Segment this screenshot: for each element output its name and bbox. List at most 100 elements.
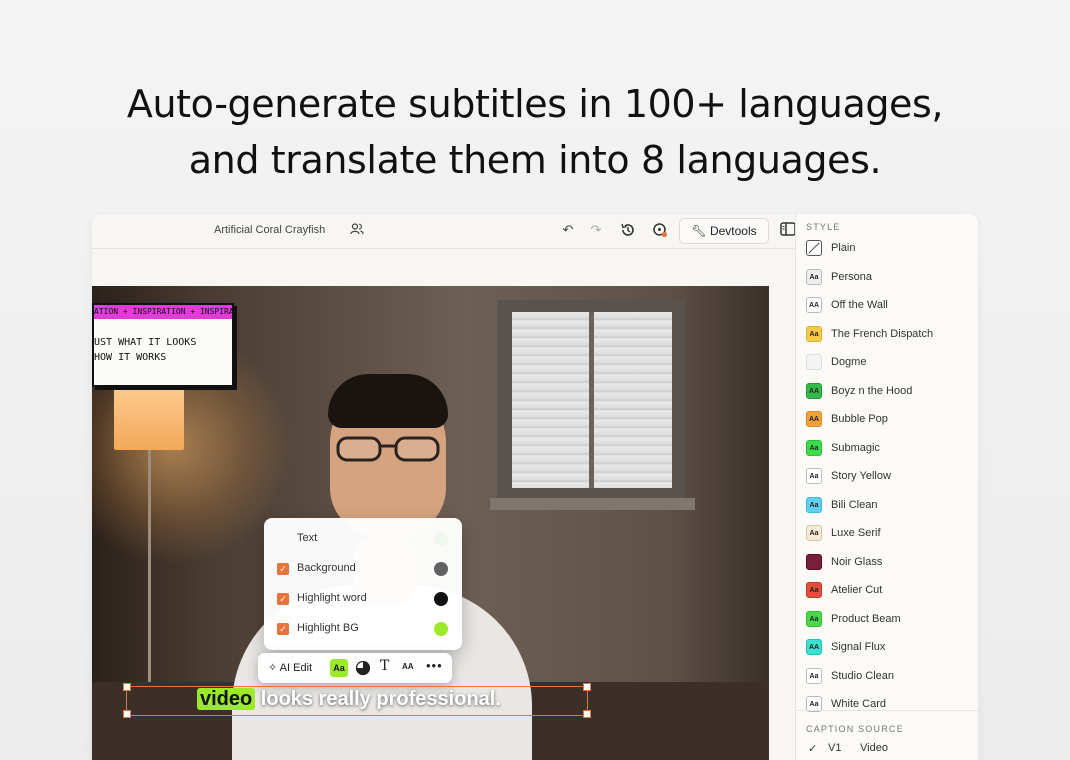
color-option-highlight-word[interactable]: ✓ Highlight word bbox=[264, 584, 462, 614]
checkmark-icon: ✓ bbox=[808, 743, 818, 755]
color-swatch[interactable] bbox=[434, 622, 448, 636]
style-swatch-icon: Aa bbox=[806, 325, 822, 342]
color-option-label: Highlight BG bbox=[297, 622, 359, 634]
color-option-highlight-bg[interactable]: ✓ Highlight BG bbox=[264, 614, 462, 644]
style-option-submagic[interactable]: Aa Submagic bbox=[806, 436, 976, 460]
style-option-product-beam[interactable]: Aa Product Beam bbox=[806, 607, 976, 631]
style-swatch-icon: Aa bbox=[806, 525, 822, 541]
style-option-label: The French Dispatch bbox=[831, 327, 934, 340]
style-option-bili-clean[interactable]: Aa Bili Clean bbox=[806, 493, 976, 517]
color-option-label: Background bbox=[297, 562, 356, 574]
subtitle-text[interactable]: video looks really professional. bbox=[197, 688, 501, 711]
uppercase-button[interactable]: AA bbox=[402, 662, 414, 671]
ai-edit-button[interactable]: ✧ AI Edit bbox=[268, 661, 312, 674]
style-option-label: Studio Clean bbox=[831, 669, 894, 682]
wrench-icon: 🔧︎ bbox=[691, 224, 707, 238]
style-swatch-icon: AA bbox=[806, 639, 822, 655]
ai-edit-label: AI Edit bbox=[279, 662, 313, 674]
style-swatch-icon: Aa bbox=[806, 468, 822, 484]
person-hair bbox=[328, 374, 448, 428]
style-option-label: Submagic bbox=[831, 441, 880, 454]
caption-source-heading: CAPTION SOURCE bbox=[806, 724, 904, 734]
style-option-label: Signal Flux bbox=[831, 641, 886, 653]
resize-handle[interactable] bbox=[123, 683, 131, 691]
style-option-label: Luxe Serif bbox=[831, 527, 881, 539]
color-option-label: Text bbox=[297, 532, 318, 544]
style-option-noir-glass[interactable]: Noir Glass bbox=[806, 550, 976, 574]
color-swatch[interactable] bbox=[434, 592, 448, 606]
lower-third-line-1: UST WHAT IT LOOKS bbox=[94, 337, 197, 348]
caption-source-label: Video bbox=[860, 742, 888, 754]
sidebar-toggle-icon[interactable] bbox=[780, 222, 796, 236]
devtools-button[interactable]: 🔧︎ Devtools bbox=[679, 218, 769, 244]
checkbox-checked-icon[interactable]: ✓ bbox=[277, 593, 289, 605]
style-option-label: Plain bbox=[831, 242, 856, 254]
window-sill bbox=[490, 498, 695, 510]
project-name[interactable]: Artificial Coral Crayfish bbox=[214, 224, 325, 236]
style-option-studio-clean[interactable]: Aa Studio Clean bbox=[806, 664, 976, 688]
style-swatch-icon bbox=[806, 553, 822, 570]
divider bbox=[796, 710, 978, 711]
color-swatch[interactable] bbox=[434, 562, 448, 576]
checkbox-checked-icon[interactable]: ✓ bbox=[277, 623, 289, 635]
headline-line-2: and translate them into 8 languages. bbox=[188, 138, 882, 182]
color-swatch[interactable] bbox=[434, 532, 448, 546]
collaborators-icon[interactable] bbox=[350, 222, 364, 236]
style-option-label: Atelier Cut bbox=[831, 584, 883, 596]
lower-third-line-2: HOW IT WORKS bbox=[94, 352, 167, 363]
text-format-button[interactable]: T bbox=[380, 658, 389, 674]
color-option-label: Highlight word bbox=[297, 592, 367, 604]
style-option-label: White Card bbox=[831, 698, 887, 710]
glasses bbox=[336, 436, 440, 462]
style-option-the-french-dispatch[interactable]: Aa The French Dispatch bbox=[806, 322, 976, 346]
devtools-label: Devtools bbox=[709, 224, 757, 238]
style-option-story-yellow[interactable]: Aa Story Yellow bbox=[806, 464, 976, 488]
style-option-label: Dogme bbox=[831, 356, 867, 368]
style-option-label: Off the Wall bbox=[831, 299, 888, 311]
window-mullion bbox=[589, 312, 594, 488]
style-aa-button[interactable]: Aa bbox=[330, 659, 348, 677]
style-option-label: Story Yellow bbox=[831, 470, 891, 482]
history-icon[interactable] bbox=[620, 222, 636, 238]
video-canvas[interactable]: ATION + INSPIRATION + INSPIRATION + IN U… bbox=[92, 286, 769, 760]
resize-handle[interactable] bbox=[583, 683, 591, 691]
style-option-bubble-pop[interactable]: AA Bubble Pop bbox=[806, 407, 976, 431]
editor-window: Artificial Coral Crayfish ↶ ↷ 🔧︎ Devtool… bbox=[92, 214, 978, 760]
style-option-label: Persona bbox=[831, 270, 872, 283]
style-option-label: Bili Clean bbox=[831, 498, 878, 511]
style-option-boyz-n-the-hood[interactable]: AA Boyz n the Hood bbox=[806, 379, 976, 403]
color-option-background[interactable]: ✓ Background bbox=[264, 554, 462, 584]
style-option-label: Boyz n the Hood bbox=[831, 384, 913, 397]
more-options-button[interactable]: ••• bbox=[426, 658, 443, 673]
style-option-white-card[interactable]: Aa White Card bbox=[806, 692, 976, 716]
color-option-text[interactable]: Text bbox=[264, 524, 462, 554]
palette-icon[interactable] bbox=[652, 222, 668, 238]
resize-handle[interactable] bbox=[123, 710, 131, 718]
resize-handle[interactable] bbox=[583, 710, 591, 718]
editor-toolbar: Artificial Coral Crayfish ↶ ↷ 🔧︎ Devtool… bbox=[92, 214, 812, 249]
style-swatch-icon: Aa bbox=[806, 610, 822, 627]
style-option-atelier-cut[interactable]: Aa Atelier Cut bbox=[806, 578, 976, 602]
style-swatch-icon: Aa bbox=[806, 582, 822, 598]
style-option-label: Bubble Pop bbox=[831, 413, 888, 425]
style-swatch-icon bbox=[806, 354, 822, 370]
redo-icon[interactable]: ↷ bbox=[588, 222, 604, 238]
style-option-signal-flux[interactable]: AA Signal Flux bbox=[806, 635, 976, 659]
sparkle-icon: ✧ bbox=[268, 662, 278, 674]
style-swatch-icon: Aa bbox=[806, 268, 822, 285]
style-swatch-icon: Aa bbox=[806, 667, 822, 684]
headline: Auto-generate subtitles in 100+ language… bbox=[0, 76, 1070, 188]
headline-line-1: Auto-generate subtitles in 100+ language… bbox=[126, 82, 944, 126]
contrast-icon[interactable] bbox=[355, 660, 371, 676]
style-option-luxe-serif[interactable]: Aa Luxe Serif bbox=[806, 521, 976, 545]
style-heading: STYLE bbox=[806, 222, 841, 232]
undo-icon[interactable]: ↶ bbox=[560, 222, 576, 238]
style-option-persona[interactable]: Aa Persona bbox=[806, 265, 976, 289]
style-swatch-icon: AA bbox=[806, 411, 822, 427]
style-option-off-the-wall[interactable]: AA Off the Wall bbox=[806, 293, 976, 317]
lower-third-graphic[interactable]: ATION + INSPIRATION + INSPIRATION + IN U… bbox=[92, 303, 234, 387]
caption-source-option[interactable]: ✓ V1 Video bbox=[806, 742, 976, 760]
style-option-plain[interactable]: Plain bbox=[806, 236, 976, 260]
style-option-dogme[interactable]: Dogme bbox=[806, 350, 976, 374]
checkbox-checked-icon[interactable]: ✓ bbox=[277, 563, 289, 575]
